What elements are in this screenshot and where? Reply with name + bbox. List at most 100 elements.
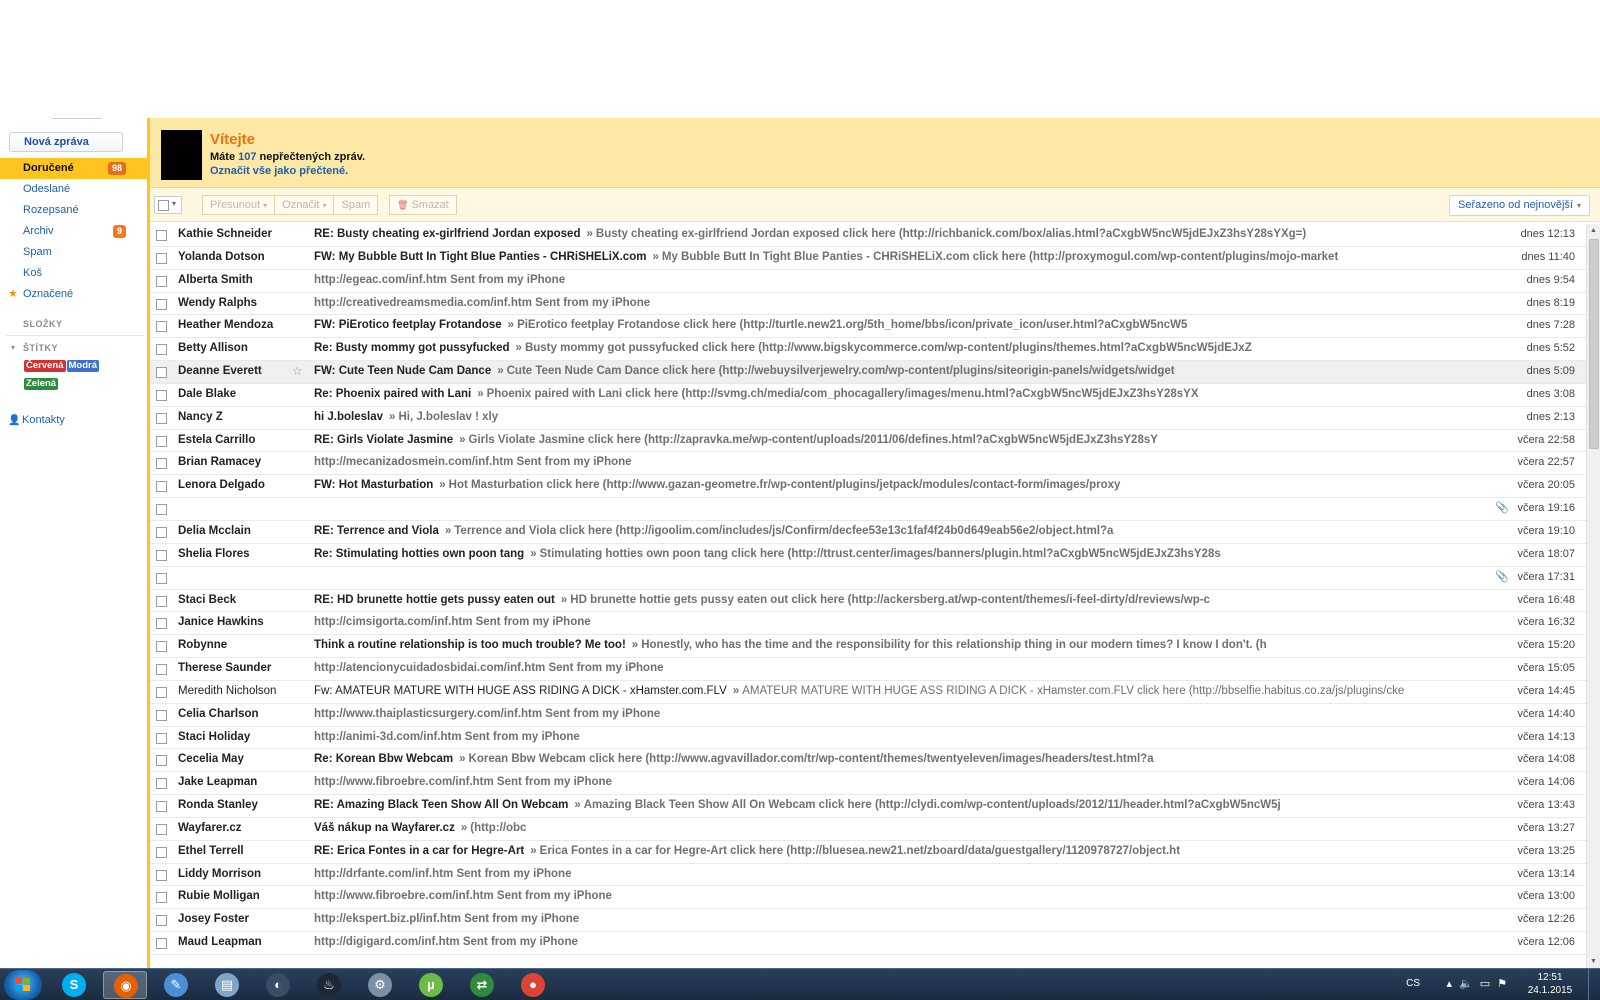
row-checkbox[interactable]	[156, 504, 167, 516]
row-checkbox[interactable]	[156, 778, 167, 790]
email-row[interactable]: Rubie Molligan http://www.fibroebre.com/i…	[150, 886, 1587, 910]
row-checkbox[interactable]	[156, 458, 167, 470]
row-checkbox[interactable]	[156, 595, 167, 607]
taskbar-app-firefox[interactable]: ◉	[103, 971, 147, 999]
email-row[interactable]: Robynne Think a routine relationship is t…	[150, 635, 1587, 659]
star-outline-icon[interactable]: ☆	[292, 364, 303, 378]
row-checkbox[interactable]	[156, 344, 167, 356]
spam-button[interactable]: Spam	[334, 195, 379, 215]
sidebar-item-sent[interactable]: Odeslané	[0, 179, 150, 200]
email-row[interactable]: Janice Hawkins http://cimsigorta.com/inf.…	[150, 612, 1587, 636]
row-checkbox[interactable]	[156, 755, 167, 767]
email-row[interactable]: Deanne Everett ☆ FW: Cute Teen Nude Cam Da…	[150, 361, 1587, 384]
email-row[interactable]: Kathie Schneider RE: Busty cheating ex-gi…	[150, 224, 1587, 247]
email-row[interactable]: 📎 včera 19:16	[150, 498, 1587, 521]
email-row[interactable]: Meredith Nicholson Fw: AMATEUR MATURE WIT…	[150, 680, 1587, 704]
email-row[interactable]: Shelia Flores Re: Stimulating hotties own…	[150, 543, 1587, 567]
email-row[interactable]: Ethel Terrell RE: Erica Fontes in a car f…	[150, 840, 1587, 864]
sidebar-item-trash[interactable]: Koš	[0, 263, 150, 284]
email-row[interactable]: Dale Blake Re: Phoenix paired with Lani » P…	[150, 383, 1587, 407]
email-row[interactable]: Celia Charlson http://www.thaiplasticsurg…	[150, 703, 1587, 727]
email-row[interactable]: Maud Leapman http://digigard.com/inf.htm …	[150, 932, 1587, 955]
row-checkbox[interactable]	[156, 435, 167, 447]
taskbar-app-tools[interactable]: ⚙	[358, 971, 402, 999]
row-checkbox[interactable]	[156, 412, 167, 424]
sidebar-item-spam[interactable]: Spam	[0, 242, 150, 263]
email-row[interactable]: Delia Mcclain RE: Terrence and Viola » Terr…	[150, 520, 1587, 544]
sidebar-item-archive[interactable]: Archiv 9	[0, 221, 150, 242]
taskbar-app-chrome[interactable]: ●	[511, 971, 555, 999]
email-row[interactable]: Lenora Delgado FW: Hot Masturbation » Hot M…	[150, 475, 1587, 499]
email-row[interactable]: Ronda Stanley RE: Amazing Black Teen Show…	[150, 795, 1587, 818]
taskbar-app-skype[interactable]: S	[52, 971, 96, 999]
row-checkbox[interactable]	[156, 823, 167, 835]
label-blue[interactable]: Modrá	[66, 360, 99, 372]
delete-button[interactable]: 🗑 Smazat	[389, 195, 457, 215]
email-row[interactable]: Cecelia May Re: Korean Bbw Webcam » Korean …	[150, 749, 1587, 773]
row-checkbox[interactable]	[156, 892, 167, 904]
taskbar-app-utorrent[interactable]: µ	[409, 971, 453, 999]
sidebar-item-starred[interactable]: ★ Označené	[0, 284, 150, 305]
network-icon[interactable]: ▭	[1480, 978, 1497, 990]
email-row[interactable]: Staci Beck RE: HD brunette hottie gets pu…	[150, 589, 1587, 613]
row-checkbox[interactable]	[156, 367, 167, 379]
email-row[interactable]: Nancy Z hi J.boleslav » Hi, J.boleslav ! xl…	[150, 406, 1587, 430]
taskbar-app-paint[interactable]: ✎	[154, 971, 198, 999]
row-checkbox[interactable]	[156, 686, 167, 698]
email-row[interactable]: Staci Holiday http://animi-3d.com/inf.htm…	[150, 726, 1587, 750]
row-checkbox[interactable]	[156, 481, 167, 493]
label-green[interactable]: Zelená	[24, 378, 59, 390]
email-row[interactable]: Therese Saunder http://atencionycuidadosb…	[150, 658, 1587, 681]
folders-heading[interactable]: SLOŽKY	[23, 319, 150, 329]
row-checkbox[interactable]	[156, 915, 167, 927]
scrollbar-thumb[interactable]	[1589, 239, 1599, 449]
email-row[interactable]: Wayfarer.cz Váš nákup na Wayfarer.cz » (htt…	[150, 817, 1587, 841]
row-checkbox[interactable]	[156, 275, 167, 287]
row-checkbox[interactable]	[156, 549, 167, 561]
scroll-up-arrow-icon[interactable]: ▲	[1590, 227, 1597, 234]
email-row[interactable]: 📎 včera 17:31	[150, 566, 1587, 590]
row-checkbox[interactable]	[156, 252, 167, 264]
scrollbar[interactable]: ▲ ▼	[1586, 224, 1600, 968]
labels-heading[interactable]: ▾ ŠTÍTKY	[11, 343, 150, 353]
row-checkbox[interactable]	[156, 869, 167, 881]
row-checkbox[interactable]	[156, 298, 167, 310]
taskbar-app-steam[interactable]: ♨	[307, 971, 351, 999]
taskbar-app-notepad[interactable]: ▤	[205, 971, 249, 999]
action-center-flag-icon[interactable]: ⚑	[1497, 978, 1514, 990]
email-row[interactable]: Yolanda Dotson FW: My Bubble Butt In Tigh…	[150, 246, 1587, 270]
row-checkbox[interactable]	[156, 732, 167, 744]
row-checkbox[interactable]	[156, 572, 167, 584]
email-row[interactable]: Betty Allison Re: Busty mommy got pussyfu…	[150, 338, 1587, 362]
row-checkbox[interactable]	[156, 801, 167, 813]
clock[interactable]: 12:51 24.1.2015	[1520, 971, 1580, 997]
email-row[interactable]: Jake Leapman http://www.fibroebre.com/inf…	[150, 772, 1587, 796]
contacts-link[interactable]: 👤 Kontakty	[8, 414, 65, 426]
move-button[interactable]: Přesunout ▾	[202, 195, 276, 215]
row-checkbox[interactable]	[156, 846, 167, 858]
start-button[interactable]	[4, 970, 42, 1000]
language-indicator[interactable]: CS	[1406, 978, 1420, 989]
email-row[interactable]: Liddy Morrison http://drfante.com/inf.htm…	[150, 863, 1587, 887]
row-checkbox[interactable]	[156, 230, 167, 241]
volume-icon[interactable]: 🔈	[1459, 978, 1480, 990]
email-row[interactable]: Estela Carrillo RE: Girls Violate Jasmine…	[150, 429, 1587, 453]
label-red[interactable]: Červená	[24, 360, 66, 372]
row-checkbox[interactable]	[156, 938, 167, 950]
row-checkbox[interactable]	[156, 389, 167, 401]
taskbar-app-media[interactable]: ◐	[256, 971, 300, 999]
row-checkbox[interactable]	[156, 618, 167, 630]
sidebar-item-drafts[interactable]: Rozepsané	[0, 200, 150, 221]
show-hidden-icon[interactable]: ▴	[1446, 978, 1459, 990]
taskbar-app-sync[interactable]: ⇄	[460, 971, 504, 999]
row-checkbox[interactable]	[156, 321, 167, 333]
select-all-dropdown[interactable]: ▾	[154, 196, 182, 214]
sidebar-item-inbox[interactable]: Doručené 98	[0, 158, 150, 179]
row-checkbox[interactable]	[156, 664, 167, 676]
sort-dropdown[interactable]: Seřazeno od nejnovější ▾	[1449, 195, 1590, 216]
row-checkbox[interactable]	[156, 641, 167, 653]
email-row[interactable]: Brian Ramacey http://mecanizadosmein.com/…	[150, 452, 1587, 476]
scroll-down-arrow-icon[interactable]: ▼	[1590, 958, 1597, 965]
row-checkbox[interactable]	[156, 709, 167, 721]
email-row[interactable]: Wendy Ralphs http://creativedreamsmedia.c…	[150, 292, 1587, 316]
